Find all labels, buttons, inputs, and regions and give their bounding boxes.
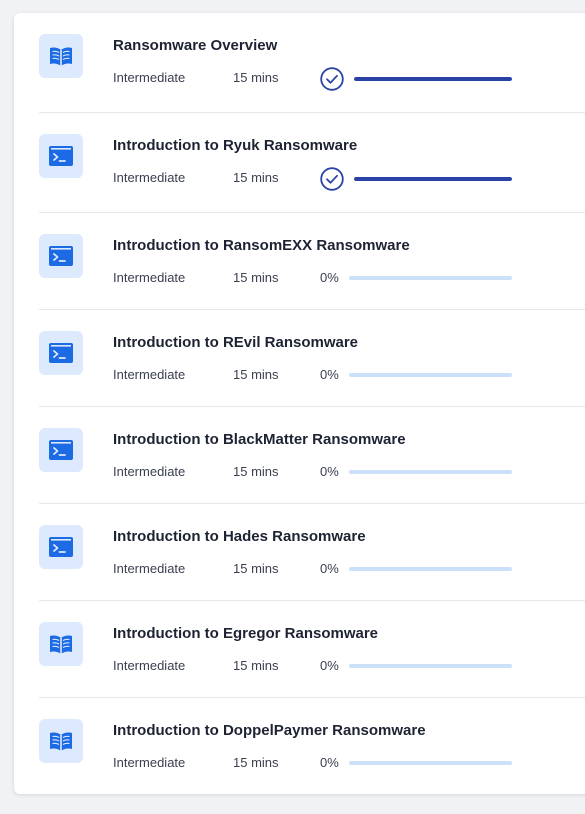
row-divider bbox=[39, 697, 585, 698]
module-duration: 15 mins bbox=[233, 367, 279, 382]
module-title[interactable]: Introduction to BlackMatter Ransomware bbox=[113, 431, 406, 448]
row-divider bbox=[39, 406, 585, 407]
progress-bar bbox=[349, 567, 512, 571]
module-icon-box bbox=[39, 234, 83, 278]
module-title[interactable]: Introduction to Hades Ransomware bbox=[113, 528, 366, 545]
module-icon-box bbox=[39, 428, 83, 472]
progress-bar bbox=[349, 373, 512, 377]
module-icon-box bbox=[39, 134, 83, 178]
module-icon-box bbox=[39, 34, 83, 78]
terminal-icon bbox=[48, 536, 74, 558]
module-title[interactable]: Introduction to DoppelPaymer Ransomware bbox=[113, 722, 426, 739]
module-duration: 15 mins bbox=[233, 755, 279, 770]
row-divider bbox=[39, 212, 585, 213]
progress-percent: 0% bbox=[320, 755, 339, 770]
progress-percent: 0% bbox=[320, 367, 339, 382]
module-row[interactable]: Introduction to Ryuk Ransomware Intermedi… bbox=[39, 134, 585, 194]
progress-bar bbox=[349, 276, 512, 280]
completed-check-icon bbox=[320, 67, 344, 91]
progress-percent: 0% bbox=[320, 658, 339, 673]
terminal-icon bbox=[48, 245, 74, 267]
progress-percent: 0% bbox=[320, 561, 339, 576]
module-title[interactable]: Introduction to Ryuk Ransomware bbox=[113, 137, 357, 154]
terminal-icon bbox=[48, 439, 74, 461]
progress-bar-fill bbox=[354, 77, 512, 81]
progress-percent: 0% bbox=[320, 270, 339, 285]
module-row[interactable]: Introduction to Egregor Ransomware Interm… bbox=[39, 622, 585, 682]
module-row[interactable]: Introduction to RansomEXX Ransomware Inte… bbox=[39, 234, 585, 294]
module-title[interactable]: Ransomware Overview bbox=[113, 37, 277, 54]
module-difficulty: Intermediate bbox=[113, 270, 186, 285]
book-icon bbox=[48, 633, 74, 655]
module-difficulty: Intermediate bbox=[113, 561, 186, 576]
module-duration: 15 mins bbox=[233, 464, 279, 479]
progress-bar bbox=[349, 470, 512, 474]
module-difficulty: Intermediate bbox=[113, 755, 186, 770]
book-icon bbox=[48, 730, 74, 752]
module-duration: 15 mins bbox=[233, 70, 279, 85]
module-difficulty: Intermediate bbox=[113, 464, 186, 479]
progress-percent: 0% bbox=[320, 464, 339, 479]
terminal-icon bbox=[48, 342, 74, 364]
module-duration: 15 mins bbox=[233, 170, 279, 185]
progress-bar bbox=[349, 761, 512, 765]
terminal-icon bbox=[48, 145, 74, 167]
module-difficulty: Intermediate bbox=[113, 658, 186, 673]
module-title[interactable]: Introduction to RansomEXX Ransomware bbox=[113, 237, 410, 254]
module-row[interactable]: Ransomware Overview Intermediate 15 mins bbox=[39, 34, 585, 94]
progress-bar-fill bbox=[354, 177, 512, 181]
module-title[interactable]: Introduction to REvil Ransomware bbox=[113, 334, 358, 351]
module-row[interactable]: Introduction to Hades Ransomware Intermed… bbox=[39, 525, 585, 585]
module-difficulty: Intermediate bbox=[113, 170, 186, 185]
book-icon bbox=[48, 45, 74, 67]
module-icon-box bbox=[39, 525, 83, 569]
module-duration: 15 mins bbox=[233, 561, 279, 576]
module-duration: 15 mins bbox=[233, 658, 279, 673]
module-difficulty: Intermediate bbox=[113, 367, 186, 382]
row-divider bbox=[39, 600, 585, 601]
module-title[interactable]: Introduction to Egregor Ransomware bbox=[113, 625, 378, 642]
completed-check-icon bbox=[320, 167, 344, 191]
module-icon-box bbox=[39, 622, 83, 666]
module-icon-box bbox=[39, 719, 83, 763]
module-row[interactable]: Introduction to DoppelPaymer Ransomware I… bbox=[39, 719, 585, 779]
module-row[interactable]: Introduction to REvil Ransomware Intermed… bbox=[39, 331, 585, 391]
module-icon-box bbox=[39, 331, 83, 375]
module-duration: 15 mins bbox=[233, 270, 279, 285]
module-difficulty: Intermediate bbox=[113, 70, 186, 85]
row-divider bbox=[39, 112, 585, 113]
progress-bar bbox=[354, 77, 512, 81]
module-list-card: Ransomware Overview Intermediate 15 mins I… bbox=[14, 13, 585, 794]
row-divider bbox=[39, 503, 585, 504]
row-divider bbox=[39, 309, 585, 310]
progress-bar bbox=[354, 177, 512, 181]
module-row[interactable]: Introduction to BlackMatter Ransomware In… bbox=[39, 428, 585, 488]
progress-bar bbox=[349, 664, 512, 668]
